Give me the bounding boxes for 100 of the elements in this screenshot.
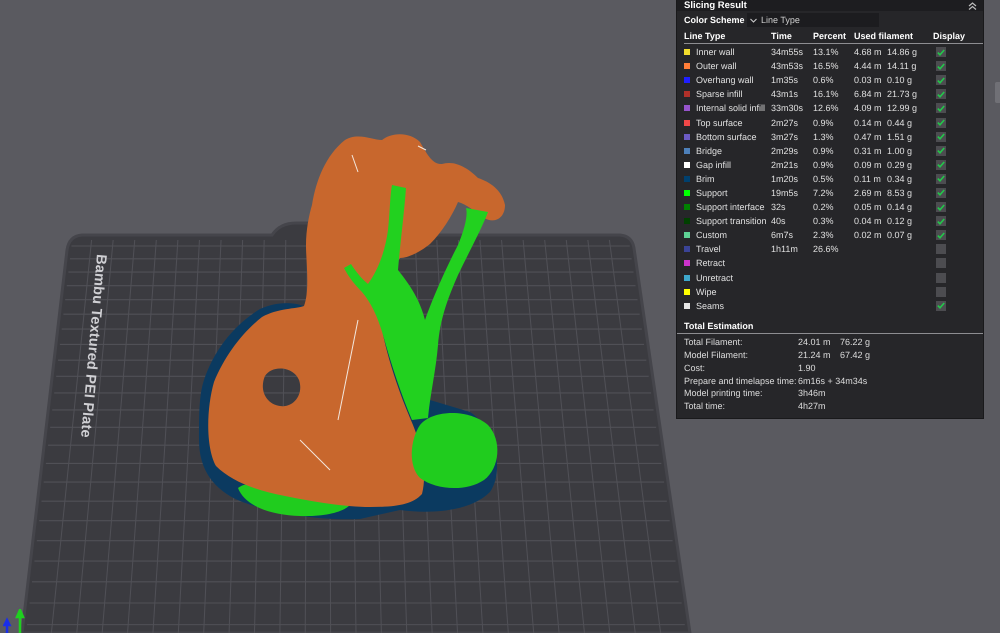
display-checkbox[interactable] xyxy=(936,146,946,156)
table-cell-text: 0.14 m xyxy=(854,118,883,128)
column-header: Used filament xyxy=(854,30,914,40)
table-cell-text: 2.69 m xyxy=(854,188,883,198)
table-cell-text: 0.05 m xyxy=(854,202,883,212)
display-checkbox[interactable] xyxy=(936,244,946,254)
display-checkbox[interactable] xyxy=(936,174,946,184)
table-cell-text: 0.04 m xyxy=(854,216,883,226)
table-cell-text: 14.86 g xyxy=(887,47,918,58)
table-cell-text: 4.68 m xyxy=(854,47,883,58)
table-cell-text: 40s xyxy=(771,216,787,226)
table-cell-text: 12.99 g xyxy=(887,103,918,114)
display-checkbox[interactable] xyxy=(936,103,946,114)
table-cell-text: 7.2% xyxy=(813,188,835,198)
estimate-label: Prepare and timelapse time: xyxy=(684,376,798,386)
table-cell-text: 0.3% xyxy=(813,216,835,226)
collapse-icon[interactable] xyxy=(968,2,977,10)
table-cell-text: 34m55s xyxy=(771,47,804,58)
table-cell-text: 1.51 g xyxy=(887,132,914,142)
table-cell-text: 16.1% xyxy=(813,89,840,100)
column-header: Time xyxy=(771,30,793,40)
estimate-value: 67.42 g xyxy=(840,350,872,360)
line-type-name: Overhang wall xyxy=(696,75,755,86)
estimate-label: Total Filament: xyxy=(684,337,744,348)
table-cell-text: 0.9% xyxy=(813,160,835,170)
table-cell-text: 6m7s xyxy=(771,230,794,240)
display-checkbox[interactable] xyxy=(936,118,946,128)
color-scheme-label: Color Scheme xyxy=(684,15,746,25)
table-cell-text: 21.73 g xyxy=(887,89,918,100)
display-checkbox[interactable] xyxy=(936,89,946,100)
display-checkbox[interactable] xyxy=(936,272,946,283)
chevron-down-icon xyxy=(750,18,757,22)
estimate-value: 24.01 m xyxy=(798,337,832,348)
display-checkbox[interactable] xyxy=(936,47,946,58)
display-checkbox[interactable] xyxy=(936,300,946,311)
table-cell-text: 43m53s xyxy=(771,61,804,72)
display-checkbox[interactable] xyxy=(936,75,946,86)
line-type-name: Gap infill xyxy=(696,160,732,170)
display-checkbox[interactable] xyxy=(936,286,946,297)
display-checkbox[interactable] xyxy=(936,132,946,142)
line-type-name: Retract xyxy=(696,258,726,268)
table-cell-text: 0.44 g xyxy=(887,118,914,128)
estimate-value: 1.90 xyxy=(798,362,817,373)
table-cell-text: 33m30s xyxy=(771,103,804,114)
table-cell-text: 1h11m xyxy=(771,244,799,254)
table-cell-text: 0.11 m xyxy=(854,174,882,184)
display-checkbox[interactable] xyxy=(936,216,946,226)
estimate-label: Model printing time: xyxy=(684,388,764,398)
color-scheme-dropdown[interactable]: Line Type xyxy=(747,13,879,27)
table-cell-text: 0.34 g xyxy=(887,174,914,184)
table-cell-text: 2m27s xyxy=(771,118,800,128)
line-type-name: Travel xyxy=(696,244,722,254)
table-cell-text: 14.11 g xyxy=(887,61,918,72)
table-cell-text: 8.53 g xyxy=(887,188,914,198)
estimate-value: 6m16s + 34m34s xyxy=(798,376,868,386)
table-cell-text: 0.31 m xyxy=(854,146,883,156)
table-cell-text: 1.00 g xyxy=(887,146,914,156)
column-header: Percent xyxy=(813,30,848,40)
line-type-name: Brim xyxy=(696,174,716,184)
display-checkbox[interactable] xyxy=(936,160,946,170)
table-cell-text: 43m1s xyxy=(771,89,800,100)
estimate-value: 3h46m xyxy=(798,388,827,398)
line-type-name: Bottom surface xyxy=(696,132,758,142)
line-type-name: Support interface xyxy=(696,202,766,212)
estimate-value: 76.22 g xyxy=(840,337,872,348)
display-checkbox[interactable] xyxy=(936,61,946,72)
table-cell-text: 0.6% xyxy=(813,75,835,86)
line-type-name: Internal solid infill xyxy=(696,103,766,114)
display-checkbox[interactable] xyxy=(936,258,946,268)
line-type-name: Bridge xyxy=(696,146,724,156)
line-type-name: Wipe xyxy=(696,286,718,297)
table-cell-text: 0.29 g xyxy=(887,160,914,170)
line-type-name: Sparse infill xyxy=(696,89,744,100)
table-cell-text: 0.2% xyxy=(813,202,835,212)
table-cell-text: 0.9% xyxy=(813,146,835,156)
table-cell-text: 4.44 m xyxy=(854,61,883,72)
table-cell-text: 0.02 m xyxy=(854,230,883,240)
checkmark-icon xyxy=(937,302,945,310)
estimate-value: 21.24 m xyxy=(798,350,832,360)
table-cell-text: 1m35s xyxy=(771,75,800,86)
display-checkbox[interactable] xyxy=(936,202,946,212)
table-cell-text: 0.03 m xyxy=(854,75,883,86)
table-cell-text: 3m27s xyxy=(771,132,800,142)
section-header: Total Estimation xyxy=(677,318,983,334)
table-cell-text: 12.6% xyxy=(813,103,840,114)
table-cell-text: 0.14 g xyxy=(887,202,914,212)
table-cell-text: 0.09 m xyxy=(854,160,883,170)
display-checkbox[interactable] xyxy=(936,230,946,240)
line-type-name: Support transition xyxy=(696,216,768,226)
table-cell-text: 0.9% xyxy=(813,118,835,128)
table-cell-text: 1.3% xyxy=(813,132,835,142)
table-cell-text: 26.6% xyxy=(813,244,840,254)
table-cell-text: 0.07 g xyxy=(887,230,914,240)
column-header: Line Type xyxy=(684,30,726,40)
table-cell-text: 1m20s xyxy=(771,174,800,184)
axes-icon xyxy=(3,609,25,633)
table-cell-text: 0.12 g xyxy=(887,216,914,226)
display-checkbox[interactable] xyxy=(936,188,946,198)
estimate-label: Total time: xyxy=(684,401,726,412)
line-type-name: Unretract xyxy=(696,272,734,283)
